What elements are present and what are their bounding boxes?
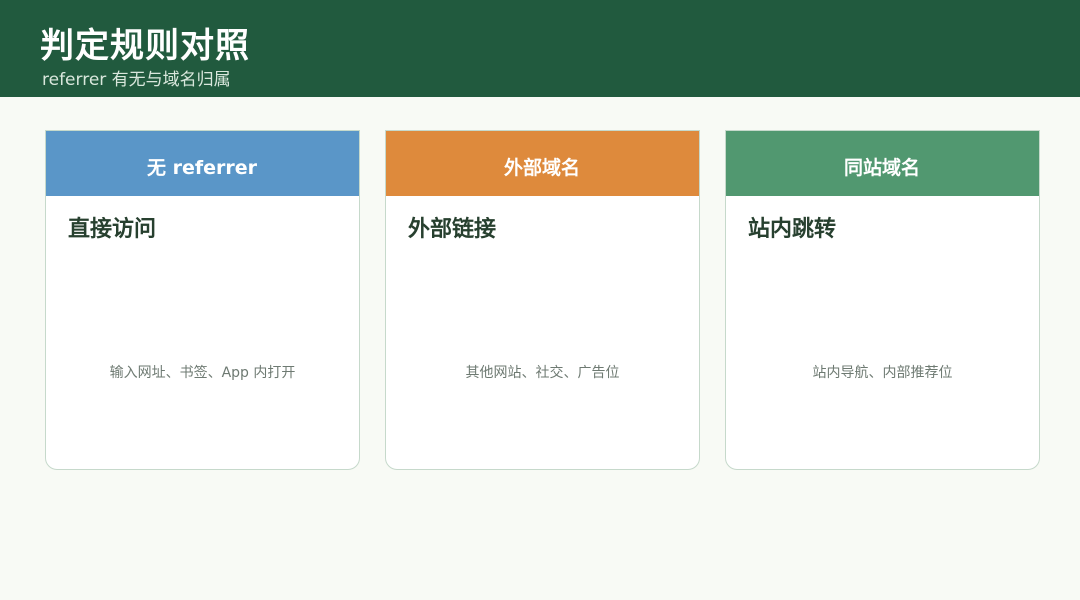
card-label: 同站域名 xyxy=(843,157,920,179)
card-header-no-referrer: 无 referrer xyxy=(46,131,359,196)
card-heading: 外部链接 xyxy=(408,217,497,242)
card-same-site-domain: 同站域名 站内跳转 站内导航、内部推荐位 xyxy=(725,130,1040,470)
card-external-domain: 外部域名 外部链接 其他网站、社交、广告位 xyxy=(385,130,700,470)
card-description: 其他网站、社交、广告位 xyxy=(465,365,620,381)
card-heading: 站内跳转 xyxy=(748,217,837,242)
card-no-referrer: 无 referrer 直接访问 输入网址、书签、App 内打开 xyxy=(45,130,360,470)
card-description: 站内导航、内部推荐位 xyxy=(812,365,953,381)
card-header-same-site-domain: 同站域名 xyxy=(726,131,1039,196)
card-label: 外部域名 xyxy=(503,157,580,179)
page-title: 判定规则对照 xyxy=(40,26,250,66)
header-banner: 判定规则对照 referrer 有无与域名归属 xyxy=(0,0,1080,97)
card-label: 无 referrer xyxy=(146,157,258,179)
page-subtitle: referrer 有无与域名归属 xyxy=(42,70,231,90)
card-header-external-domain: 外部域名 xyxy=(386,131,699,196)
card-heading: 直接访问 xyxy=(68,217,157,242)
card-description: 输入网址、书签、App 内打开 xyxy=(109,365,296,381)
